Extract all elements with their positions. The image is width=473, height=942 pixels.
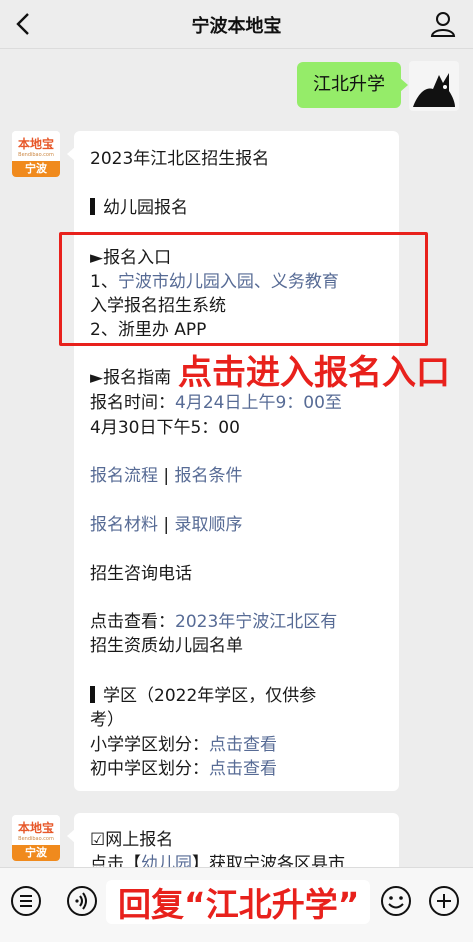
highlight-box [59,232,428,346]
bot-avatar-brand: 本地宝 [17,137,54,151]
view-list-link[interactable]: 2023年宁波江北区有 [175,612,337,632]
link-row-1: 报名流程 | 报名条件 [90,466,243,486]
emoji-icon[interactable] [380,885,412,917]
section-bar-mark [90,198,95,215]
chat-title: 宁波本地宝 [191,16,282,37]
primary-district: 小学学区划分：点击查看 [90,735,277,755]
phone-link[interactable]: 招生咨询电话 [90,559,192,584]
view-list-link-cont[interactable]: 招生资质幼儿园名单 [90,631,243,656]
middle-district: 初中学区划分：点击查看 [90,759,277,779]
bot-avatar-brand: 本地宝 [17,821,54,835]
bot-avatar[interactable]: 本地宝 Bendibao.com 宁波 [12,131,60,177]
bot-avatar-city: 宁波 [12,845,60,861]
my-message-bubble[interactable]: 江北升学 [297,62,408,108]
kindergarten-line: 点击【幼儿园】获取宁波各区县市 [90,849,345,867]
link-row-2: 报名材料 | 录取顺序 [90,515,243,535]
primary-district-link[interactable]: 点击查看 [209,735,277,755]
my-avatar[interactable] [409,61,459,111]
online-signup: ☑网上报名 [90,830,174,850]
card-title: 2023年江北区招生报名 [90,149,270,169]
bot-avatar[interactable]: 本地宝 Bendibao.com 宁波 [12,815,60,861]
view-list: 点击查看：2023年宁波江北区有 [90,612,338,632]
bot-avatar-city: 宁波 [12,161,60,177]
section-school-district: 学区（2022年学区，仅供参 [90,681,316,706]
middle-district-link[interactable]: 点击查看 [209,759,277,779]
materials-link[interactable]: 报名材料 [90,515,158,535]
order-link[interactable]: 录取顺序 [175,515,243,535]
input-bar: 回复“江北升学” [0,867,473,942]
process-link[interactable]: 报名流程 [90,466,158,486]
section-school-district-cont: 考） [90,710,124,730]
section-bar-mark [90,686,95,703]
annotation-enter: 点击进入报名入口 [178,353,450,393]
cat-avatar-icon [409,61,459,111]
section-kindergarten: 幼儿园报名 [90,193,188,218]
reply-card: 2023年江北区招生报名 幼儿园报名 ►报名入口 1、宁波市幼儿园入园、义务教育… [67,131,399,791]
voice-icon[interactable] [66,885,98,917]
menu-icon[interactable] [10,885,42,917]
reply-card: ☑网上报名 点击【幼儿园】获取宁波各区县市 [67,813,399,867]
bot-avatar-sub: Bendibao.com [18,152,54,158]
conditions-link[interactable]: 报名条件 [175,466,243,486]
signup-time-cont[interactable]: 4月30日下午5：00 [90,413,240,438]
kindergarten-link[interactable]: 幼儿园 [141,854,192,867]
bot-avatar-sub: Bendibao.com [18,836,54,842]
top-bar: 宁波本地宝 [0,0,473,49]
chat-area[interactable]: 江北升学 本地宝 Bendibao.com 宁波 2023年江北区招生报名 幼儿… [0,49,473,867]
guide-heading: ►报名指南 [90,368,172,388]
annotation-reply: 回复“江北升学” [118,885,360,924]
profile-icon[interactable] [429,10,457,38]
plus-icon[interactable] [428,885,460,917]
